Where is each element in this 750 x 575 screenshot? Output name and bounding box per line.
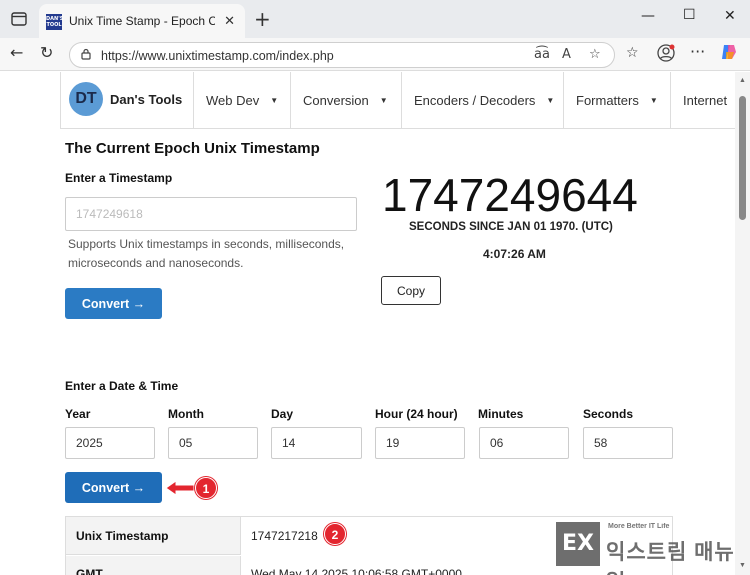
menu-label: Web Dev [206,93,260,108]
menu-formatters[interactable]: Formatters ▼ [563,72,669,129]
gmt-label: GMT [66,556,241,575]
menu-web-dev[interactable]: Web Dev ▼ [193,72,289,129]
copy-button[interactable]: Copy [381,276,441,305]
url-text: https://www.unixtimestamp.com/index.php [101,49,334,63]
scroll-down-icon[interactable]: ▼ [739,562,746,569]
menu-internet[interactable]: Internet [670,72,735,129]
menu-encoders-decoders[interactable]: Encoders / Decoders ▼ [401,72,562,129]
chevron-down-icon: ▼ [270,96,279,105]
vertical-scrollbar[interactable]: ▲ ▼ [735,72,750,575]
chevron-down-icon: ▼ [649,96,658,105]
title-bar: DAN'S TOOL Unix Time Stamp - Epoch Conve… [0,0,750,38]
convert-timestamp-button[interactable]: Convert → [65,288,162,319]
site-navbar: DT Dan's Tools Web Dev ▼ Conversion ▼ Enco… [60,72,735,129]
tab-actions-icon[interactable] [8,9,30,29]
close-window-icon[interactable]: ✕ [724,8,736,24]
day-label: Day [271,407,294,421]
current-time: 4:07:26 AM [483,247,546,261]
year-input[interactable]: 2025 [65,427,155,459]
help-text: Supports Unix timestamps in seconds, mil… [68,237,345,270]
chevron-down-icon: ▼ [379,96,388,105]
page-content: DT Dan's Tools Web Dev ▼ Conversion ▼ Enco… [0,72,735,575]
site-info-icon[interactable] [80,48,92,60]
maximize-icon[interactable]: ☐ [683,7,696,23]
month-input[interactable]: 05 [168,427,258,459]
address-toolbar: ← ↻ https://www.unixtimestamp.com/index.… [0,38,750,71]
year-label: Year [65,407,91,421]
date-time-label: Enter a Date & Time [65,379,179,393]
day-input[interactable]: 14 [271,427,362,459]
watermark-name: 익스트림 매뉴얼 [606,541,735,575]
site-logo[interactable]: DT [69,82,103,116]
hour-label: Hour (24 hour) [375,407,458,421]
browser-tab[interactable]: DAN'S TOOL Unix Time Stamp - Epoch Conve… [39,4,245,38]
menu-label: Internet [683,93,728,108]
arrow-pointer-icon [166,480,194,496]
more-menu-icon[interactable]: ··· [690,42,705,61]
scrollbar-thumb[interactable] [739,96,746,220]
chevron-down-icon: ▼ [546,96,555,105]
copilot-icon[interactable] [720,43,738,65]
translate-icon[interactable]: a͡a [534,47,550,62]
read-aloud-icon[interactable]: A [562,47,571,62]
minutes-label: Minutes [478,407,524,421]
favorite-star-icon[interactable]: ☆ [589,47,601,62]
menu-label: Encoders / Decoders [414,93,536,108]
gmt-value[interactable]: Wed May 14 2025 10:06:58 GMT+0000 [251,567,462,575]
annotation-badge-1: 1 [195,477,217,499]
scroll-up-icon[interactable]: ▲ [739,77,746,84]
month-label: Month [168,407,204,421]
favorites-icon[interactable]: ☆ [626,45,639,61]
site-favicon-icon: DAN'S TOOL [46,14,64,30]
hour-input[interactable]: 19 [375,427,465,459]
current-timestamp: 1747249644 [382,169,638,221]
back-icon[interactable]: ← [10,43,23,62]
menu-label: Conversion [303,93,369,108]
minimize-icon[interactable]: — [641,8,655,24]
unix-timestamp-value[interactable]: 1747217218 [251,529,318,543]
minutes-input[interactable]: 06 [479,427,569,459]
tab-close-icon[interactable]: ✕ [224,13,235,29]
since-epoch-text: SECONDS SINCE JAN 01 1970. (UTC) [409,221,613,233]
enter-timestamp-label: Enter a Timestamp [65,171,173,185]
site-name[interactable]: Dan's Tools [110,92,182,107]
watermark: EX More Better IT Life 익스트림 매뉴얼 [556,519,735,575]
unix-timestamp-label: Unix Timestamp [66,517,241,555]
profile-icon[interactable] [657,44,675,66]
browser-window: DAN'S TOOL Unix Time Stamp - Epoch Conve… [0,0,750,575]
new-tab-icon[interactable]: + [254,7,271,31]
watermark-logo: EX [556,522,600,566]
page-title: The Current Epoch Unix Timestamp [65,140,320,157]
seconds-label: Seconds [583,407,634,421]
annotation-badge-2: 2 [324,523,346,545]
address-bar[interactable]: https://www.unixtimestamp.com/index.php … [69,42,615,68]
seconds-input[interactable]: 58 [583,427,673,459]
timestamp-input[interactable]: 1747249618 [65,197,357,231]
menu-conversion[interactable]: Conversion ▼ [290,72,400,129]
menu-label: Formatters [576,93,639,108]
tab-title: Unix Time Stamp - Epoch Convert [69,14,215,28]
watermark-tagline: More Better IT Life [608,523,670,530]
convert-date-button[interactable]: Convert → [65,472,162,503]
reload-icon[interactable]: ↻ [40,43,53,62]
